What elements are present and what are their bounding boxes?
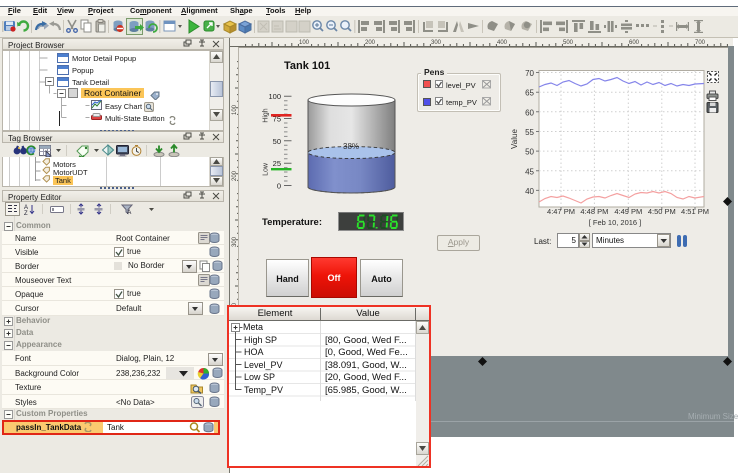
- svg-text:100: 100: [268, 92, 281, 101]
- svg-text:4:51 PM: 4:51 PM: [681, 207, 709, 216]
- svg-text:High: High: [263, 108, 270, 123]
- svg-text:50: 50: [525, 148, 534, 157]
- svg-text:50: 50: [273, 137, 281, 146]
- svg-text:55: 55: [525, 128, 534, 137]
- svg-text:40: 40: [525, 187, 534, 196]
- svg-text:200: 200: [365, 40, 376, 46]
- svg-text:65: 65: [525, 89, 534, 98]
- svg-text:500: 500: [563, 40, 574, 46]
- svg-text:4:47 PM: 4:47 PM: [547, 207, 575, 216]
- svg-text:0: 0: [277, 182, 281, 191]
- svg-text:700: 700: [695, 40, 706, 46]
- svg-text:Value: Value: [510, 129, 519, 149]
- svg-text:4:50 PM: 4:50 PM: [648, 207, 676, 216]
- svg-text:70: 70: [525, 69, 534, 78]
- svg-text:25: 25: [273, 159, 281, 168]
- svg-text:4:49 PM: 4:49 PM: [614, 207, 642, 216]
- svg-text:Low: Low: [263, 162, 270, 176]
- svg-text:300: 300: [431, 40, 442, 46]
- svg-text:45: 45: [525, 167, 534, 176]
- svg-text:400: 400: [497, 40, 508, 46]
- svg-text:600: 600: [629, 40, 640, 46]
- svg-text:100: 100: [299, 40, 310, 46]
- svg-text:60: 60: [525, 108, 534, 117]
- svg-text:[ Feb 10, 2016 ]: [ Feb 10, 2016 ]: [589, 218, 642, 227]
- svg-text:4:48 PM: 4:48 PM: [580, 207, 608, 216]
- svg-text:A: A: [127, 209, 132, 216]
